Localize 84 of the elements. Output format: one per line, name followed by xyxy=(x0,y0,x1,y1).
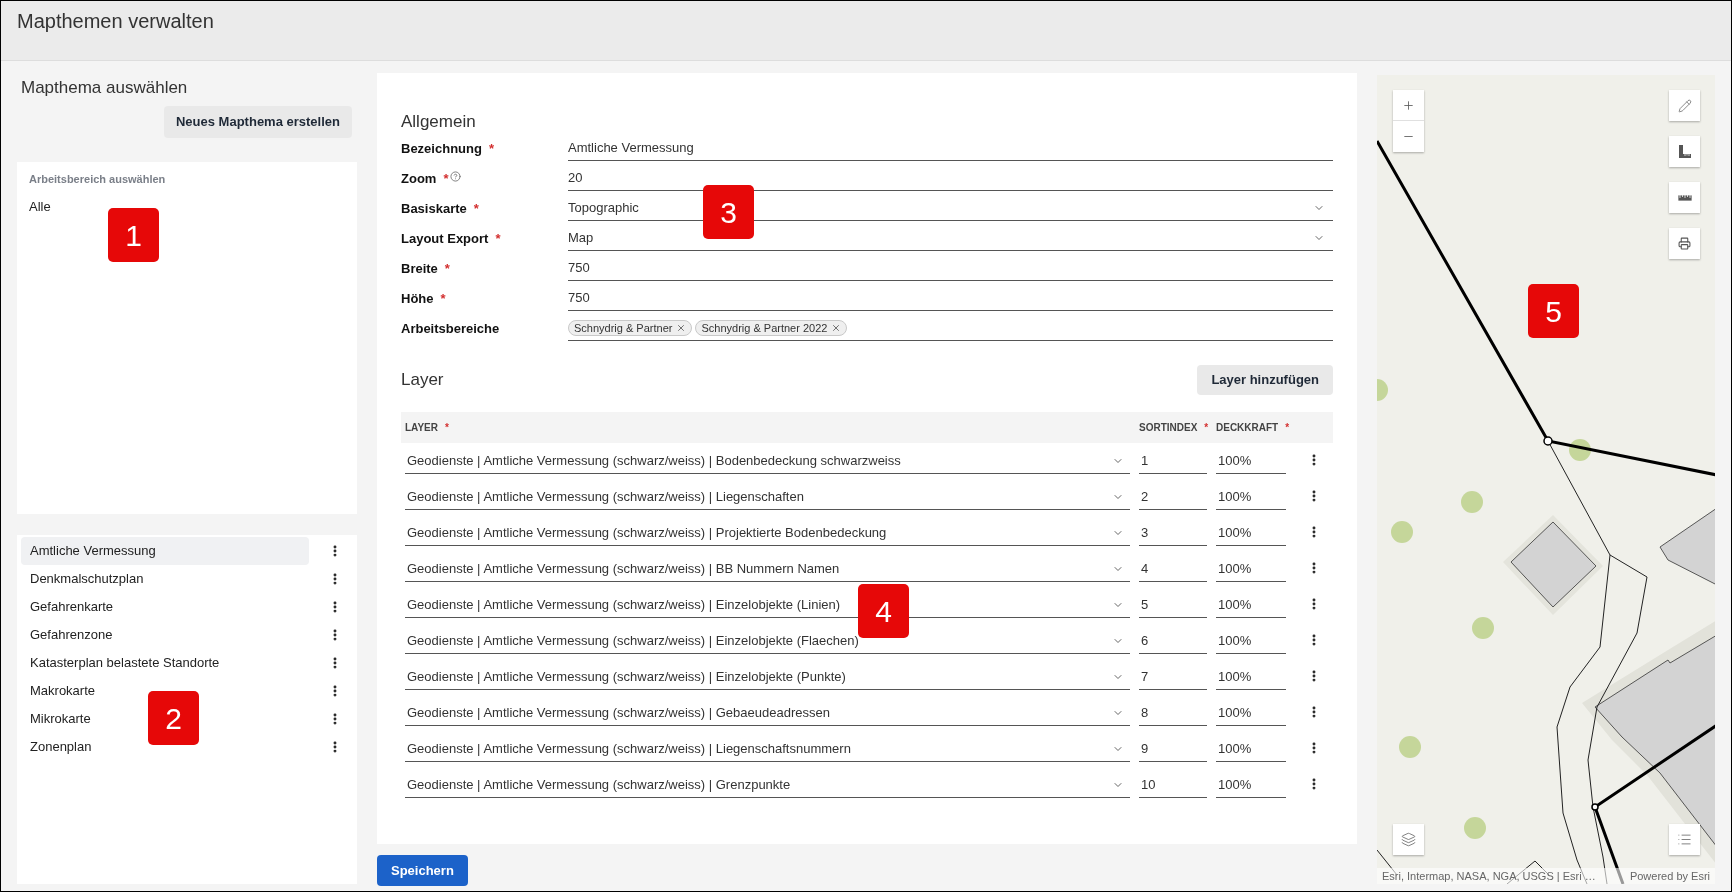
sortindex-field[interactable]: 8 xyxy=(1139,698,1207,726)
ruler-icon xyxy=(1677,194,1692,201)
layer-select-field[interactable]: Geodienste | Amtliche Vermessung (schwarz/weiss) | Projektierte Bodenbedeckung xyxy=(405,518,1130,546)
callout-marker: 5 xyxy=(1528,284,1579,338)
print-button[interactable] xyxy=(1669,228,1700,259)
attribution-text: Esri, Intermap, NASA, NGA, USGS | Esri … xyxy=(1382,868,1596,884)
field-label: Layout Export xyxy=(401,229,489,248)
layer-select-field[interactable]: Geodienste | Amtliche Vermessung (schwarz/weiss) | Liegenschaftsnummern xyxy=(405,734,1130,762)
sortindex-field[interactable]: 4 xyxy=(1139,554,1207,582)
opacity-field[interactable]: 100% xyxy=(1216,518,1286,546)
callout-marker: 2 xyxy=(148,691,199,745)
pencil-icon xyxy=(1677,98,1692,113)
layer-select-field[interactable]: Geodienste | Amtliche Vermessung (schwarz/weiss) | Bodenbedeckung schwarzweiss xyxy=(405,446,1130,474)
section-title: Layer xyxy=(401,370,444,390)
sortindex-field[interactable]: 10 xyxy=(1139,770,1207,798)
layer-select-field[interactable]: Geodienste | Amtliche Vermessung (schwarz/weiss) | Liegenschaften xyxy=(405,482,1130,510)
opacity-field[interactable]: 100% xyxy=(1216,734,1286,762)
field-label: Bezeichnung xyxy=(401,139,482,158)
field-label: Arbeitsbereiche xyxy=(401,319,500,338)
sortindex-field[interactable]: 1 xyxy=(1139,446,1207,474)
required-mark: * xyxy=(488,139,494,158)
column-header: SORTINDEX xyxy=(1139,421,1198,435)
layer-select-field[interactable]: Geodienste | Amtliche Vermessung (schwarz/weiss) | Gebaeudeadressen xyxy=(405,698,1130,726)
opacity-field[interactable]: 100% xyxy=(1216,446,1286,474)
field-label: Zoom xyxy=(401,169,437,188)
text-field[interactable]: Amtliche Vermessung xyxy=(568,133,1333,161)
tag-field[interactable]: Schnydrig & Partner Schnydrig & Partner 2022 xyxy=(568,313,1333,341)
opacity-field[interactable]: 100% xyxy=(1216,698,1286,726)
corner-ruler-icon xyxy=(1678,145,1691,158)
required-mark: * xyxy=(1285,421,1290,435)
section-title: Allgemein xyxy=(401,113,477,131)
required-mark: * xyxy=(440,289,446,308)
remove-icon[interactable] xyxy=(676,323,687,333)
required-mark: * xyxy=(444,259,450,278)
measure-distance-button[interactable] xyxy=(1669,182,1700,213)
opacity-field[interactable]: 100% xyxy=(1216,770,1286,798)
layer-select-field[interactable]: Geodienste | Amtliche Vermessung (schwarz/weiss) | BB Nummern Namen xyxy=(405,554,1130,582)
layer-select-field[interactable]: Geodienste | Amtliche Vermessung (schwarz/weiss) | Einzelobjekte (Punkte) xyxy=(405,662,1130,690)
column-header: LAYER xyxy=(405,421,438,435)
field-label: Basiskarte xyxy=(401,199,467,218)
required-mark: * xyxy=(445,421,449,435)
layers-button[interactable] xyxy=(1393,824,1424,855)
workspace-option[interactable]: Alle xyxy=(29,199,51,215)
powered-by-text: Powered by Esri xyxy=(1629,868,1710,884)
measure-area-button[interactable] xyxy=(1669,136,1700,167)
section-title: Mapthema auswählen xyxy=(20,78,189,98)
required-mark: * xyxy=(473,199,479,218)
sortindex-field[interactable]: 9 xyxy=(1139,734,1207,762)
new-theme-button[interactable]: Neues Mapthema erstellen xyxy=(164,106,352,138)
layers-icon xyxy=(1401,832,1416,847)
opacity-field[interactable]: 100% xyxy=(1216,590,1286,618)
callout-marker: 4 xyxy=(858,584,909,638)
required-mark: * xyxy=(1204,421,1209,435)
add-layer-button[interactable]: Layer hinzufügen xyxy=(1197,365,1333,395)
opacity-field[interactable]: 100% xyxy=(1216,662,1286,690)
field-label: Höhe xyxy=(401,289,434,308)
text-field[interactable]: 750 xyxy=(568,253,1333,281)
text-field[interactable]: 750 xyxy=(568,283,1333,311)
field-label: Breite xyxy=(401,259,438,278)
callout-marker: 3 xyxy=(703,185,754,239)
sortindex-field[interactable]: 5 xyxy=(1139,590,1207,618)
opacity-field[interactable]: 100% xyxy=(1216,482,1286,510)
plus-icon xyxy=(1402,98,1415,112)
tag-chip[interactable]: Schnydrig & Partner 2022 xyxy=(695,320,848,336)
sortindex-field[interactable]: 2 xyxy=(1139,482,1207,510)
column-header: DECKKRAFT xyxy=(1216,421,1279,435)
help-icon[interactable] xyxy=(450,170,462,182)
required-mark: * xyxy=(443,169,449,188)
list-icon xyxy=(1677,832,1692,847)
opacity-field[interactable]: 100% xyxy=(1216,626,1286,654)
sortindex-field[interactable]: 3 xyxy=(1139,518,1207,546)
theme-list-item[interactable]: Amtliche Vermessung xyxy=(21,537,309,565)
save-button[interactable]: Speichern xyxy=(377,855,468,886)
sortindex-field[interactable]: 6 xyxy=(1139,626,1207,654)
page-title: Mapthemen verwalten xyxy=(17,9,215,34)
tag-chip[interactable]: Schnydrig & Partner xyxy=(568,320,693,336)
remove-icon[interactable] xyxy=(831,323,842,333)
required-mark: * xyxy=(495,229,501,248)
printer-icon xyxy=(1678,237,1691,250)
layer-select-field[interactable]: Geodienste | Amtliche Vermessung (schwarz/weiss) | Grenzpunkte xyxy=(405,770,1130,798)
sortindex-field[interactable]: 7 xyxy=(1139,662,1207,690)
filter-label: Arbeitsbereich auswählen xyxy=(29,172,166,186)
opacity-field[interactable]: 100% xyxy=(1216,554,1286,582)
callout-marker: 1 xyxy=(108,208,159,262)
